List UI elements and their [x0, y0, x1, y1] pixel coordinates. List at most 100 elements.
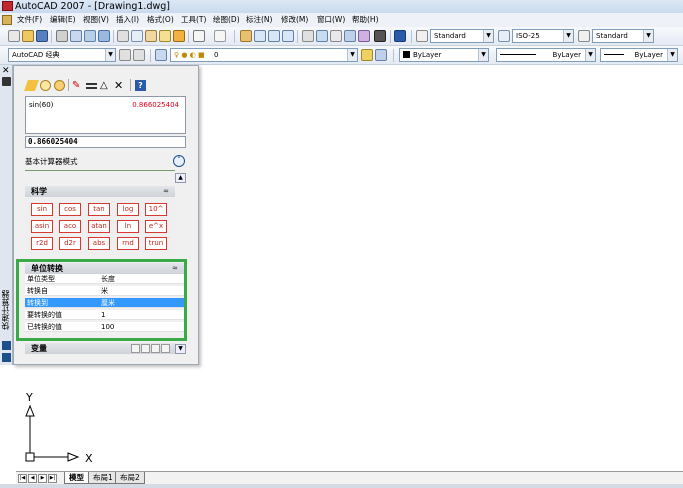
lineweight-select[interactable]: ByLayer ▼: [600, 48, 678, 62]
key-acos[interactable]: aco: [59, 220, 81, 233]
text-style-select[interactable]: Standard ▼: [430, 29, 494, 43]
publish-icon[interactable]: [84, 30, 96, 42]
color-select[interactable]: ByLayer ▼: [399, 48, 489, 62]
print-icon[interactable]: [56, 30, 68, 42]
palette-title-strip[interactable]: ✕ 快速计算器: [0, 65, 13, 365]
key-cos[interactable]: cos: [59, 203, 81, 216]
key-abs[interactable]: abs: [88, 237, 110, 250]
key-r2d[interactable]: r2d: [31, 237, 53, 250]
quickcalc-icon[interactable]: [374, 30, 386, 42]
menu-edit[interactable]: 编辑(E): [50, 13, 76, 27]
unit-row-type[interactable]: 单位类型 长度: [25, 274, 184, 284]
collapse-up-icon[interactable]: ˄: [173, 155, 185, 167]
dim-style-select[interactable]: ISO-25 ▼: [512, 29, 574, 43]
new-variable-icon[interactable]: [131, 344, 140, 353]
science-section-header[interactable]: 科学 ≈: [25, 186, 175, 197]
key-tan[interactable]: tan: [88, 203, 110, 216]
menu-view[interactable]: 视图(V): [83, 13, 109, 27]
menu-insert[interactable]: 插入(I): [116, 13, 139, 27]
get-coordinates-icon[interactable]: ✎: [72, 80, 83, 91]
tab-layout2[interactable]: 布局2: [115, 472, 145, 484]
key-asin[interactable]: asin: [31, 220, 53, 233]
table-style-icon[interactable]: [578, 30, 590, 42]
unit-row-from[interactable]: 转换自米: [25, 286, 184, 296]
paste-icon[interactable]: [145, 30, 157, 42]
dim-style-icon[interactable]: [498, 30, 510, 42]
unit-row-value-to-convert[interactable]: 要转换的值 1: [25, 310, 184, 320]
clear-history-icon[interactable]: [40, 80, 51, 91]
properties-icon[interactable]: [302, 30, 314, 42]
design-center-icon[interactable]: [316, 30, 328, 42]
menu-dimension[interactable]: 标注(N): [246, 13, 272, 27]
first-tab-icon[interactable]: |◀: [18, 474, 27, 483]
zoom-previous-icon[interactable]: [282, 30, 294, 42]
pan-icon[interactable]: [240, 30, 252, 42]
undo-icon[interactable]: [193, 30, 205, 42]
tab-model[interactable]: 模型: [64, 472, 89, 484]
delete-variable-icon[interactable]: [151, 344, 160, 353]
copy-icon[interactable]: [131, 30, 143, 42]
properties-icon[interactable]: [2, 341, 11, 350]
key-10-power[interactable]: 10^: [145, 203, 167, 216]
calculator-icon[interactable]: [161, 344, 170, 353]
menu-tools[interactable]: 工具(T): [181, 13, 206, 27]
previous-tab-icon[interactable]: ◀: [28, 474, 37, 483]
key-trun[interactable]: trun: [145, 237, 167, 250]
key-sin[interactable]: sin: [31, 203, 53, 216]
help-icon[interactable]: [394, 30, 406, 42]
save-icon[interactable]: [36, 30, 48, 42]
key-log[interactable]: log: [117, 203, 139, 216]
workspace-select[interactable]: AutoCAD 经典 ▼: [8, 48, 116, 62]
input-box[interactable]: 0.866025404: [25, 136, 186, 148]
clear-icon[interactable]: [23, 80, 40, 91]
menu-file[interactable]: 文件(F): [17, 13, 42, 27]
angle-icon[interactable]: △: [100, 80, 111, 91]
intersection-icon[interactable]: ✕: [114, 80, 125, 91]
text-style-icon[interactable]: [416, 30, 428, 42]
layer-select[interactable]: ♀ ● ◐ ■ 0 ▼: [170, 48, 358, 62]
unit-row-converted-value[interactable]: 已转换的值 100: [25, 322, 184, 332]
next-tab-icon[interactable]: ▶: [38, 474, 47, 483]
key-ln[interactable]: ln: [117, 220, 139, 233]
linetype-select[interactable]: ByLayer ▼: [496, 48, 596, 62]
edit-variable-icon[interactable]: [141, 344, 150, 353]
tab-layout1[interactable]: 布局1: [88, 472, 118, 484]
distance-icon[interactable]: [86, 83, 97, 89]
layer-manager-icon[interactable]: [155, 49, 167, 61]
last-tab-icon[interactable]: ▶|: [48, 474, 57, 483]
close-icon[interactable]: ✕: [2, 66, 10, 76]
3d-dwf-icon[interactable]: [98, 30, 110, 42]
key-atan[interactable]: atan: [88, 220, 110, 233]
menu-modify[interactable]: 修改(M): [281, 13, 308, 27]
zoom-window-icon[interactable]: [268, 30, 280, 42]
block-editor-icon[interactable]: [173, 30, 185, 42]
zoom-realtime-icon[interactable]: [254, 30, 266, 42]
menu-help[interactable]: 帮助(H): [352, 13, 379, 27]
menu-format[interactable]: 格式(O): [147, 13, 174, 27]
make-layer-current-icon[interactable]: [361, 49, 373, 61]
redo-icon[interactable]: [214, 30, 226, 42]
new-icon[interactable]: [8, 30, 20, 42]
history-area[interactable]: sin(60) 0.866025404: [25, 96, 186, 134]
menu-icon[interactable]: [2, 353, 11, 362]
document-icon[interactable]: [2, 15, 12, 25]
key-e-power[interactable]: e^x: [145, 220, 167, 233]
scroll-down-button[interactable]: ▼: [175, 344, 186, 354]
key-rnd[interactable]: rnd: [117, 237, 139, 250]
customize-icon[interactable]: [133, 49, 145, 61]
unit-row-to[interactable]: 转换到 厘米: [25, 298, 184, 308]
autohide-icon[interactable]: [2, 77, 11, 86]
sheet-set-icon[interactable]: [344, 30, 356, 42]
paste-value-icon[interactable]: [54, 80, 65, 91]
key-d2r[interactable]: d2r: [59, 237, 81, 250]
layer-previous-icon[interactable]: [375, 49, 387, 61]
scroll-up-button[interactable]: ▲: [175, 173, 186, 183]
cut-icon[interactable]: [117, 30, 129, 42]
plot-preview-icon[interactable]: [70, 30, 82, 42]
menu-draw[interactable]: 绘图(D): [213, 13, 240, 27]
workspace-settings-icon[interactable]: [119, 49, 131, 61]
markup-icon[interactable]: [358, 30, 370, 42]
menu-window[interactable]: 窗口(W): [317, 13, 345, 27]
help-icon[interactable]: ?: [135, 80, 146, 91]
match-properties-icon[interactable]: [159, 30, 171, 42]
